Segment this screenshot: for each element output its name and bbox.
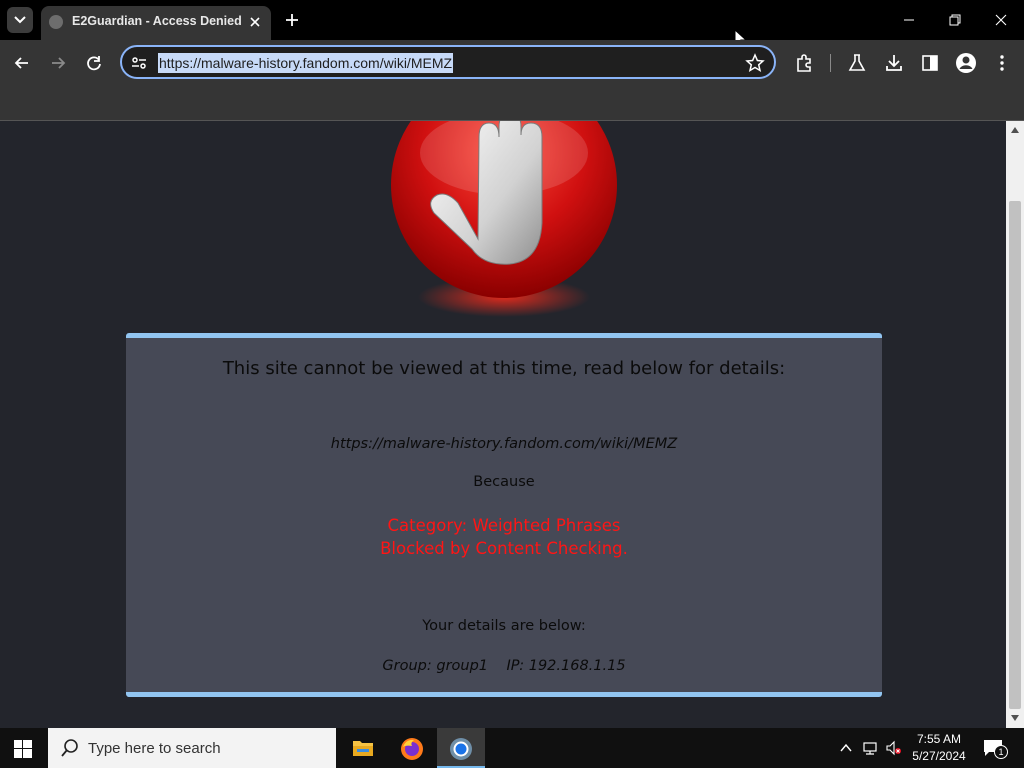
page-content: This site cannot be viewed at this time,… xyxy=(0,121,1006,728)
globe-icon xyxy=(49,15,63,29)
windows-taskbar: Type here to search 7:55 AM 5/27/2024 1 xyxy=(0,728,1024,768)
tab-title: E2Guardian - Access Denied xyxy=(72,14,242,28)
blocked-url: https://malware-history.fandom.com/wiki/… xyxy=(330,436,678,452)
firefox-icon xyxy=(401,738,423,760)
taskbar-search-box[interactable]: Type here to search xyxy=(48,728,336,768)
network-icon[interactable] xyxy=(862,740,878,756)
taskbar-clock[interactable]: 7:55 AM 5/27/2024 xyxy=(906,731,972,765)
user-details: Group: group1 IP: 192.168.1.15 xyxy=(382,658,626,674)
notification-center-button[interactable]: 1 xyxy=(983,739,1008,759)
folder-icon xyxy=(353,741,373,756)
notification-count: 1 xyxy=(994,745,1008,759)
tab-search-button[interactable] xyxy=(7,7,33,33)
bookmarks-bar xyxy=(0,86,1024,121)
details-heading: Your details are below: xyxy=(422,618,586,634)
browser-titlebar: E2Guardian - Access Denied xyxy=(0,0,1024,49)
site-settings-icon[interactable] xyxy=(130,54,148,72)
toolbar-separator xyxy=(830,54,831,72)
because-label: Because xyxy=(473,474,535,490)
address-bar[interactable]: https://malware-history.fandom.com/wiki/… xyxy=(120,45,776,79)
extensions-icon[interactable] xyxy=(794,53,814,73)
page-headline: This site cannot be viewed at this time,… xyxy=(222,358,786,379)
minimize-icon[interactable] xyxy=(899,10,919,30)
browser-toolbar: https://malware-history.fandom.com/wiki/… xyxy=(0,40,1024,86)
back-icon[interactable] xyxy=(12,53,32,73)
chevron-down-icon xyxy=(14,16,26,24)
file-explorer-taskbar-button[interactable] xyxy=(339,728,387,768)
search-placeholder: Type here to search xyxy=(88,740,221,757)
firefox-taskbar-button[interactable] xyxy=(388,728,436,768)
page-scrollbar[interactable] xyxy=(1006,121,1024,728)
scroll-up-icon[interactable] xyxy=(1011,127,1019,133)
access-denied-panel: This site cannot be viewed at this time,… xyxy=(126,333,882,697)
close-window-icon[interactable] xyxy=(991,10,1011,30)
profile-avatar-icon[interactable] xyxy=(955,52,977,74)
block-reason: Category: Weighted Phrases Blocked by Co… xyxy=(126,514,882,560)
reload-icon[interactable] xyxy=(84,53,104,73)
block-reason-method: Blocked by Content Checking. xyxy=(380,539,628,558)
download-icon[interactable] xyxy=(884,53,904,73)
search-icon xyxy=(61,739,78,757)
forward-icon[interactable] xyxy=(48,53,68,73)
url-text[interactable]: https://malware-history.fandom.com/wiki/… xyxy=(158,53,454,73)
clock-date: 5/27/2024 xyxy=(912,749,966,763)
clock-time: 7:55 AM xyxy=(916,732,962,746)
browser-tab[interactable]: E2Guardian - Access Denied xyxy=(41,6,271,40)
bookmark-star-icon[interactable] xyxy=(745,53,765,73)
volume-muted-icon[interactable] xyxy=(885,740,901,756)
scrollbar-thumb[interactable] xyxy=(1009,201,1021,709)
side-panel-icon[interactable] xyxy=(920,53,940,73)
chrome-taskbar-button[interactable] xyxy=(437,728,485,768)
block-reason-category: Category: Weighted Phrases xyxy=(387,516,621,535)
scroll-down-icon[interactable] xyxy=(1011,715,1019,721)
close-tab-icon[interactable] xyxy=(247,14,263,30)
restore-icon[interactable] xyxy=(945,10,965,30)
stop-hand-icon xyxy=(391,121,617,317)
tray-chevron-up-icon[interactable] xyxy=(838,740,854,756)
chrome-icon xyxy=(450,738,472,760)
labs-flask-icon[interactable] xyxy=(847,53,867,73)
new-tab-icon[interactable] xyxy=(283,11,301,29)
kebab-menu-icon[interactable] xyxy=(992,53,1012,73)
windows-start-icon[interactable] xyxy=(14,740,32,758)
